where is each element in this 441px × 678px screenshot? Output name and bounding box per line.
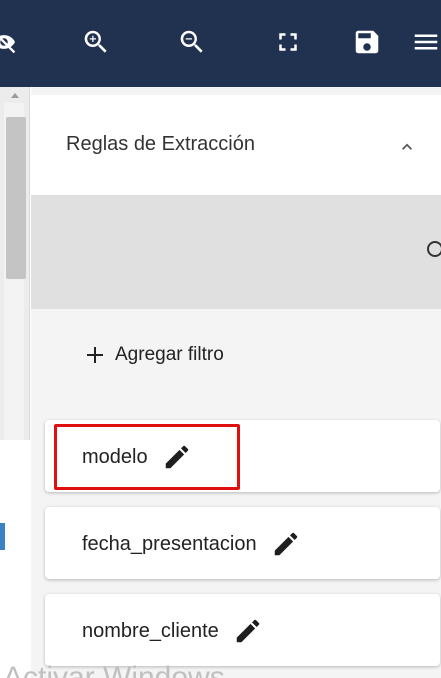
highlight-annotation	[54, 424, 240, 490]
chevron-up-icon[interactable]	[397, 137, 417, 157]
add-filter-button[interactable]: Agregar filtro	[83, 343, 224, 367]
filter-area	[31, 195, 441, 309]
save-icon[interactable]	[351, 26, 383, 58]
scroll-up-icon[interactable]	[11, 93, 19, 98]
edit-pencil-icon[interactable]	[233, 616, 263, 646]
rule-card-nombre-cliente[interactable]: nombre_cliente	[45, 594, 440, 666]
add-filter-label: Agregar filtro	[115, 344, 224, 365]
left-panel-scrollbar[interactable]	[0, 87, 30, 678]
left-panel-blue-marker	[0, 523, 5, 550]
left-panel-content	[0, 440, 30, 678]
zoom-in-icon[interactable]	[80, 26, 112, 58]
panel-header[interactable]: Reglas de Extracción	[31, 95, 441, 195]
rule-label: fecha_presentacion	[82, 532, 257, 555]
plus-icon	[83, 343, 107, 367]
rule-card-fecha-presentacion[interactable]: fecha_presentacion	[45, 507, 440, 579]
panel-title: Reglas de Extracción	[66, 133, 255, 155]
scroll-thumb[interactable]	[6, 117, 26, 279]
menu-icon[interactable]	[410, 26, 441, 58]
zoom-out-icon[interactable]	[176, 26, 208, 58]
eye-off-icon[interactable]	[0, 26, 20, 58]
extraction-rules-panel: Reglas de Extracción Agregar filtro mode…	[31, 87, 441, 678]
circle-icon[interactable]	[427, 241, 441, 257]
windows-activation-watermark: Activar Windows	[3, 661, 225, 678]
fullscreen-icon[interactable]	[272, 26, 304, 58]
top-toolbar	[0, 0, 441, 87]
edit-pencil-icon[interactable]	[271, 529, 301, 559]
filter-bar: Agregar filtro	[31, 309, 441, 405]
rule-label: nombre_cliente	[82, 619, 219, 642]
